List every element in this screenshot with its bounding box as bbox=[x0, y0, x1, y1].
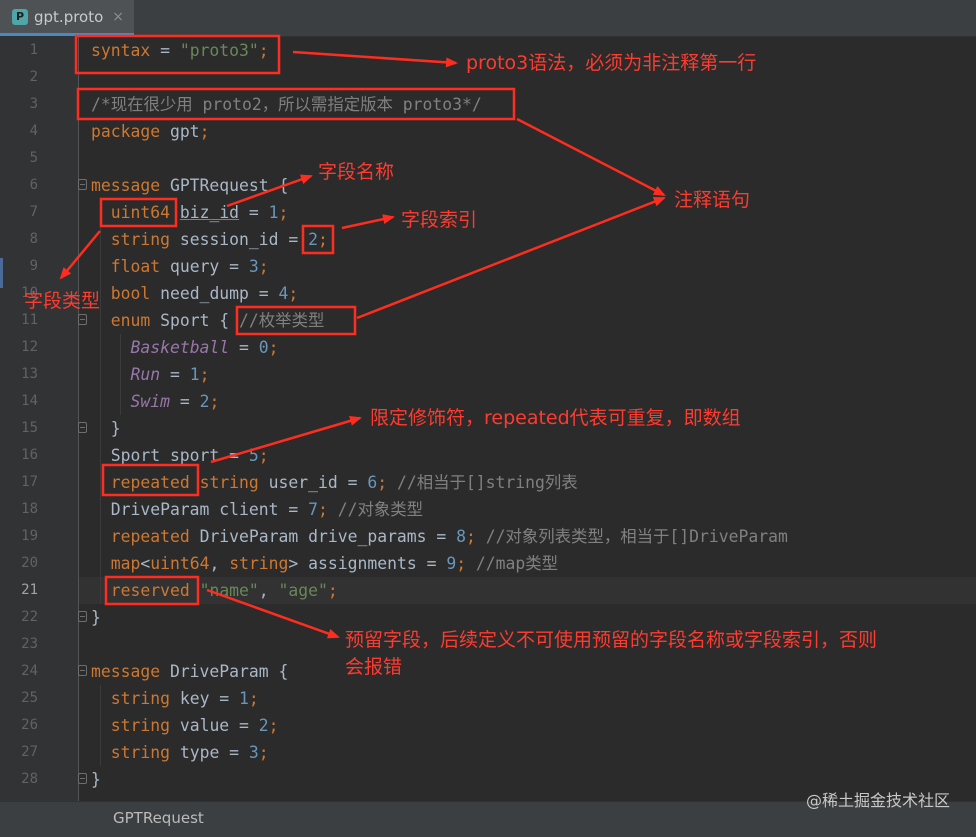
annotation-syntax: proto3语法，必须为非注释第一行 bbox=[466, 52, 757, 74]
annotation-repeated: 限定修饰符，repeated代表可重复，即数组 bbox=[370, 407, 741, 429]
repeated-highlight-box bbox=[101, 463, 200, 497]
annotation-reserved-line2: 会报错 bbox=[345, 656, 403, 678]
enum-comment-highlight-box bbox=[235, 305, 357, 336]
arrow-comment-1 bbox=[516, 117, 666, 197]
annotation-field-type: 字段类型 bbox=[24, 290, 101, 312]
annotation-comment: 注释语句 bbox=[674, 189, 751, 211]
annotation-reserved-line1: 预留字段，后续定义不可使用预留的字段名称或字段索引，否则 bbox=[345, 629, 878, 651]
field-type-highlight-box bbox=[99, 197, 178, 228]
arrow-syntax bbox=[292, 50, 458, 68]
annotation-field-index: 字段索引 bbox=[401, 209, 478, 231]
annotation-field-name: 字段名称 bbox=[318, 161, 395, 183]
arrow-field-name bbox=[226, 174, 313, 208]
field-index-highlight-box bbox=[301, 224, 335, 255]
syntax-highlight-box bbox=[74, 34, 281, 75]
arrow-reserved bbox=[206, 588, 340, 639]
arrow-field-index bbox=[341, 214, 395, 230]
arrow-field-type bbox=[59, 230, 101, 280]
arrow-repeated bbox=[210, 416, 362, 464]
reserved-highlight-box bbox=[104, 575, 200, 606]
comment-highlight-box bbox=[76, 87, 516, 121]
